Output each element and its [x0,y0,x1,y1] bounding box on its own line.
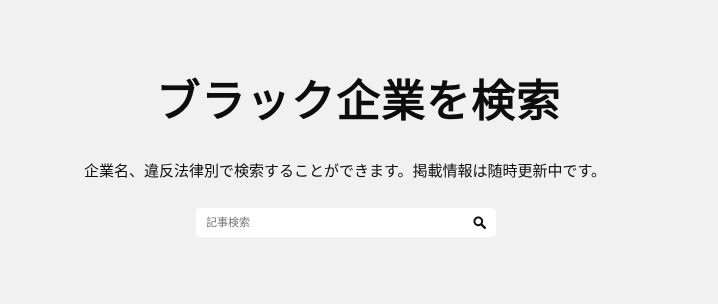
page-description: 企業名、違反法律別で検索することができます。掲載情報は随時更新中です。 [83,162,606,180]
search-input[interactable] [196,208,464,237]
search-form [196,208,496,237]
search-icon [472,216,486,229]
hero-section: ブラック企業を検索 企業名、違反法律別で検索することができます。掲載情報は随時更… [0,0,718,304]
search-button[interactable] [464,208,494,237]
page-title: ブラック企業を検索 [156,76,562,127]
